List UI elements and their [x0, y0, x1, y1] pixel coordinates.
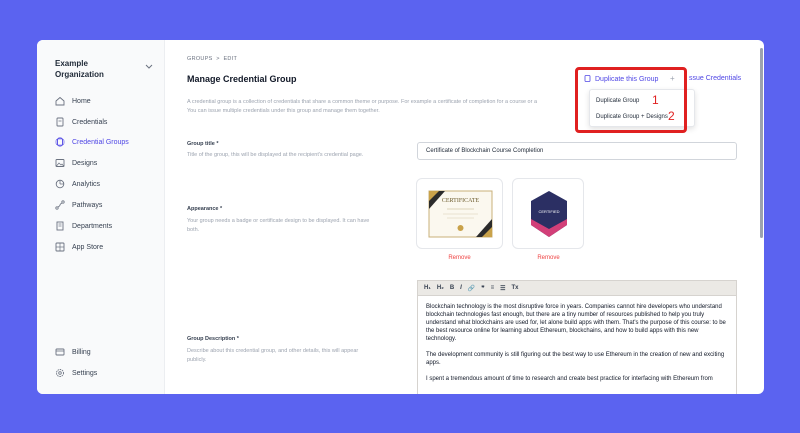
chevron-down-icon[interactable]	[144, 61, 154, 71]
breadcrumb-separator: >	[216, 56, 220, 62]
document-icon	[55, 117, 65, 127]
sidebar-item-label: Pathways	[72, 201, 103, 209]
sidebar-item-home[interactable]: Home	[55, 94, 91, 108]
main-content: GROUPS > EDIT Manage Credential Group A …	[165, 40, 764, 394]
breadcrumb-edit: EDIT	[223, 56, 238, 62]
sidebar-item-label: Departments	[72, 222, 113, 230]
heading1-button[interactable]: H₁	[424, 285, 431, 291]
badge-text: CERTIFIED	[538, 209, 559, 214]
quote-icon[interactable]: ❞	[481, 285, 484, 292]
group-title-label: Group title *	[187, 141, 219, 147]
link-icon[interactable]: 🔗	[468, 285, 475, 292]
certificate-text: CERTIFICATE	[442, 198, 480, 204]
sidebar-item-label: Billing	[72, 348, 91, 356]
group-description-help: Describe about this credential group, an…	[187, 347, 358, 365]
gear-icon	[55, 368, 65, 378]
image-icon	[55, 158, 65, 168]
sidebar-item-app-store[interactable]: App Store	[55, 240, 103, 254]
sidebar-item-label: Settings	[72, 369, 98, 377]
italic-button[interactable]: I	[460, 285, 462, 291]
editor-paragraph: I spent a tremendous amount of time to r…	[426, 376, 713, 382]
help-line: Describe about this credential group, an…	[187, 348, 359, 354]
annotation-marker: 2	[668, 109, 675, 123]
description-line: You can issue multiple credentials under…	[187, 108, 380, 114]
sidebar-item-settings[interactable]: Settings	[55, 366, 97, 380]
sidebar-item-credentials[interactable]: Credentials	[55, 115, 107, 129]
help-line: publicly.	[187, 357, 207, 363]
sidebar-item-label: Home	[72, 97, 91, 105]
annotation-highlight	[575, 67, 687, 133]
app-window: Example Organization Home Credentials Cr…	[37, 40, 764, 394]
sidebar-item-departments[interactable]: Departments	[55, 219, 112, 233]
editor-paragraph: Blockchain technology is the most disrup…	[426, 304, 726, 342]
help-line: both.	[187, 227, 200, 233]
remove-certificate-button[interactable]: Remove	[416, 255, 503, 261]
badge-thumbnail: CERTIFIED	[531, 191, 567, 237]
group-description-editor[interactable]: Blockchain technology is the most disrup…	[417, 296, 737, 394]
org-name[interactable]: Example Organization	[55, 58, 135, 80]
scrollbar[interactable]	[760, 48, 763, 238]
heading2-button[interactable]: H₂	[437, 285, 444, 291]
sidebar-item-label: Credentials	[72, 118, 108, 126]
group-title-help: Title of the group, this will be display…	[187, 152, 364, 158]
chart-icon	[55, 179, 65, 189]
certificate-thumbnail: CERTIFICATE	[428, 190, 493, 238]
bold-button[interactable]: B	[450, 285, 454, 291]
annotation-marker: 1	[652, 93, 659, 107]
help-line: Your group needs a badge or certificate …	[187, 218, 370, 224]
editor-paragraph: The development community is still figur…	[426, 352, 725, 366]
route-icon	[55, 200, 65, 210]
badge-design-card[interactable]: CERTIFIED	[512, 178, 584, 249]
clear-format-icon[interactable]: Tx	[511, 285, 518, 291]
home-icon	[55, 96, 65, 106]
card-icon	[55, 347, 65, 357]
sidebar-item-credential-groups[interactable]: Credential Groups	[55, 135, 129, 149]
sidebar-item-pathways[interactable]: Pathways	[55, 198, 102, 212]
breadcrumb-groups[interactable]: GROUPS	[187, 56, 213, 62]
sidebar-item-label: Credential Groups	[72, 138, 129, 146]
building-icon	[55, 221, 65, 231]
group-title-input[interactable]: Certificate of Blockchain Course Complet…	[417, 142, 737, 160]
group-description-label: Group Description *	[187, 336, 239, 342]
grid-icon	[55, 242, 65, 252]
issue-credentials-button[interactable]: ssue Credentials	[689, 75, 741, 82]
sidebar-item-label: App Store	[72, 243, 104, 251]
page-description: A credential group is a collection of cr…	[187, 98, 567, 116]
sidebar: Example Organization Home Credentials Cr…	[37, 40, 165, 394]
sidebar-item-label: Designs	[72, 159, 98, 167]
bullet-list-icon[interactable]: ☰	[500, 285, 505, 292]
certificate-design-card[interactable]: CERTIFICATE	[416, 178, 503, 249]
appearance-help: Your group needs a badge or certificate …	[187, 217, 369, 235]
description-line: A credential group is a collection of cr…	[187, 99, 538, 105]
editor-toolbar: H₁ H₂ B I 🔗 ❞ ≡ ☰ Tx	[417, 280, 737, 296]
sidebar-item-analytics[interactable]: Analytics	[55, 177, 100, 191]
sidebar-item-label: Analytics	[72, 180, 101, 188]
page-title: Manage Credential Group	[187, 74, 297, 84]
stack-icon	[55, 137, 65, 147]
appearance-label: Appearance *	[187, 206, 223, 212]
remove-badge-button[interactable]: Remove	[505, 255, 592, 261]
ordered-list-icon[interactable]: ≡	[491, 285, 495, 291]
breadcrumb: GROUPS > EDIT	[187, 56, 237, 62]
sidebar-item-designs[interactable]: Designs	[55, 156, 97, 170]
sidebar-item-billing[interactable]: Billing	[55, 345, 91, 359]
